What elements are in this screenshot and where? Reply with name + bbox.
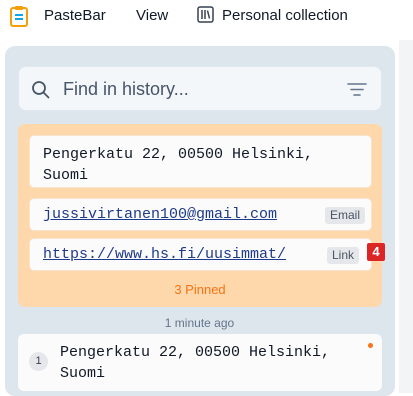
history-text: Pengerkatu 22, 00500 Helsinki, Suomi <box>60 344 331 382</box>
clip-text: Pengerkatu 22, 00500 Helsinki, Suomi <box>43 146 314 184</box>
step-badge: 4 <box>367 243 385 261</box>
search-icon <box>32 81 50 99</box>
view-menu[interactable]: View <box>136 7 168 24</box>
scrollbar-track[interactable] <box>399 40 413 393</box>
pinned-clip-address[interactable]: Pengerkatu 22, 00500 Helsinki, Suomi <box>29 135 372 188</box>
history-index: 1 <box>29 352 48 371</box>
menu-bar: PasteBar View Personal collection <box>0 0 413 33</box>
pinned-group: Pengerkatu 22, 00500 Helsinki, Suomi jus… <box>18 124 382 307</box>
search-bar <box>18 66 382 111</box>
search-input[interactable] <box>63 76 333 102</box>
filter-lines-icon[interactable] <box>347 82 367 97</box>
pinned-count[interactable]: 3 Pinned <box>18 282 382 297</box>
history-item[interactable]: 1 Pengerkatu 22, 00500 Helsinki, Suomi <box>18 334 382 391</box>
pinned-clip-link[interactable]: https://www.hs.fi/uusimmat/ Link <box>29 238 372 271</box>
library-icon <box>197 6 214 23</box>
email-tag: Email <box>324 207 365 224</box>
collection-selector[interactable]: Personal collection <box>222 7 348 24</box>
app-name-menu[interactable]: PasteBar <box>44 7 106 24</box>
new-dot-icon <box>368 343 373 348</box>
clipboard-logo-icon[interactable] <box>10 5 28 27</box>
url-link[interactable]: https://www.hs.fi/uusimmat/ <box>43 246 286 263</box>
history-timestamp: 1 minute ago <box>164 316 235 330</box>
pinned-clip-email[interactable]: jussivirtanen100@gmail.com Email <box>29 198 372 231</box>
link-tag: Link <box>326 247 359 264</box>
email-link[interactable]: jussivirtanen100@gmail.com <box>43 206 277 223</box>
